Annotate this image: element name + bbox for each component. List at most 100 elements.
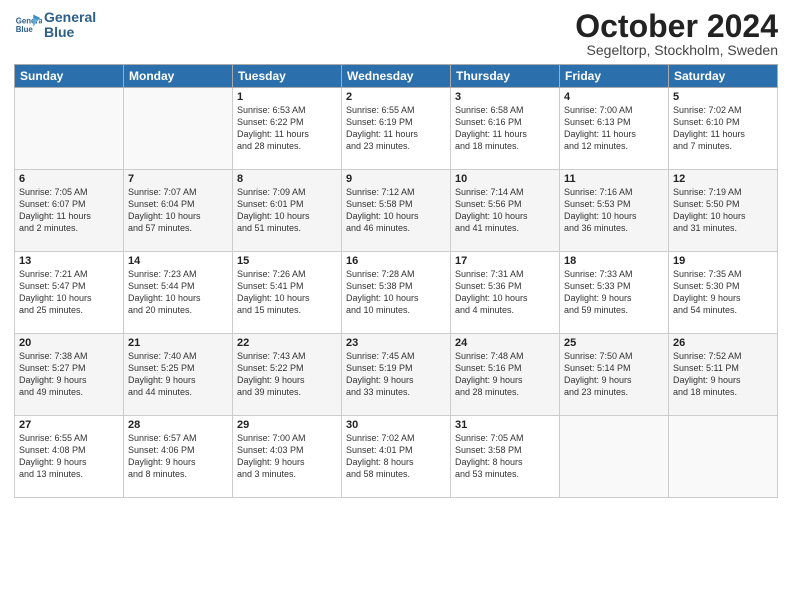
logo-general: General — [44, 10, 96, 25]
calendar-week-1: 1Sunrise: 6:53 AM Sunset: 6:22 PM Daylig… — [15, 88, 778, 170]
day-info: Sunrise: 7:00 AM Sunset: 4:03 PM Dayligh… — [237, 432, 337, 481]
calendar-cell-w3-d4: 16Sunrise: 7:28 AM Sunset: 5:38 PM Dayli… — [342, 252, 451, 334]
day-info: Sunrise: 7:02 AM Sunset: 6:10 PM Dayligh… — [673, 104, 773, 153]
calendar-cell-w2-d1: 6Sunrise: 7:05 AM Sunset: 6:07 PM Daylig… — [15, 170, 124, 252]
calendar-cell-w3-d5: 17Sunrise: 7:31 AM Sunset: 5:36 PM Dayli… — [451, 252, 560, 334]
calendar-cell-w4-d6: 25Sunrise: 7:50 AM Sunset: 5:14 PM Dayli… — [560, 334, 669, 416]
calendar-cell-w4-d4: 23Sunrise: 7:45 AM Sunset: 5:19 PM Dayli… — [342, 334, 451, 416]
day-number: 20 — [19, 337, 119, 349]
day-number: 8 — [237, 173, 337, 185]
header-thursday: Thursday — [451, 65, 560, 88]
calendar-cell-w3-d1: 13Sunrise: 7:21 AM Sunset: 5:47 PM Dayli… — [15, 252, 124, 334]
calendar-cell-w2-d6: 11Sunrise: 7:16 AM Sunset: 5:53 PM Dayli… — [560, 170, 669, 252]
day-info: Sunrise: 6:53 AM Sunset: 6:22 PM Dayligh… — [237, 104, 337, 153]
day-number: 6 — [19, 173, 119, 185]
header: General Blue General Blue October 2024 S… — [14, 10, 778, 58]
calendar-week-4: 20Sunrise: 7:38 AM Sunset: 5:27 PM Dayli… — [15, 334, 778, 416]
calendar-cell-w4-d5: 24Sunrise: 7:48 AM Sunset: 5:16 PM Dayli… — [451, 334, 560, 416]
calendar-cell-w3-d3: 15Sunrise: 7:26 AM Sunset: 5:41 PM Dayli… — [233, 252, 342, 334]
day-info: Sunrise: 7:33 AM Sunset: 5:33 PM Dayligh… — [564, 268, 664, 317]
calendar-cell-w3-d7: 19Sunrise: 7:35 AM Sunset: 5:30 PM Dayli… — [669, 252, 778, 334]
day-info: Sunrise: 7:26 AM Sunset: 5:41 PM Dayligh… — [237, 268, 337, 317]
calendar-cell-w5-d1: 27Sunrise: 6:55 AM Sunset: 4:08 PM Dayli… — [15, 416, 124, 498]
calendar-table: Sunday Monday Tuesday Wednesday Thursday… — [14, 64, 778, 498]
day-info: Sunrise: 7:43 AM Sunset: 5:22 PM Dayligh… — [237, 350, 337, 399]
day-info: Sunrise: 7:05 AM Sunset: 3:58 PM Dayligh… — [455, 432, 555, 481]
day-number: 31 — [455, 419, 555, 431]
calendar-cell-w3-d2: 14Sunrise: 7:23 AM Sunset: 5:44 PM Dayli… — [124, 252, 233, 334]
calendar-cell-w1-d7: 5Sunrise: 7:02 AM Sunset: 6:10 PM Daylig… — [669, 88, 778, 170]
calendar-cell-w5-d6 — [560, 416, 669, 498]
calendar-cell-w4-d2: 21Sunrise: 7:40 AM Sunset: 5:25 PM Dayli… — [124, 334, 233, 416]
day-number: 23 — [346, 337, 446, 349]
day-info: Sunrise: 7:00 AM Sunset: 6:13 PM Dayligh… — [564, 104, 664, 153]
header-sunday: Sunday — [15, 65, 124, 88]
day-info: Sunrise: 7:02 AM Sunset: 4:01 PM Dayligh… — [346, 432, 446, 481]
day-info: Sunrise: 7:38 AM Sunset: 5:27 PM Dayligh… — [19, 350, 119, 399]
calendar-cell-w4-d1: 20Sunrise: 7:38 AM Sunset: 5:27 PM Dayli… — [15, 334, 124, 416]
day-info: Sunrise: 6:57 AM Sunset: 4:06 PM Dayligh… — [128, 432, 228, 481]
day-info: Sunrise: 7:09 AM Sunset: 6:01 PM Dayligh… — [237, 186, 337, 235]
day-number: 22 — [237, 337, 337, 349]
calendar-cell-w2-d3: 8Sunrise: 7:09 AM Sunset: 6:01 PM Daylig… — [233, 170, 342, 252]
day-info: Sunrise: 7:05 AM Sunset: 6:07 PM Dayligh… — [19, 186, 119, 235]
day-number: 2 — [346, 91, 446, 103]
page: General Blue General Blue October 2024 S… — [0, 0, 792, 612]
calendar-cell-w5-d2: 28Sunrise: 6:57 AM Sunset: 4:06 PM Dayli… — [124, 416, 233, 498]
day-info: Sunrise: 7:52 AM Sunset: 5:11 PM Dayligh… — [673, 350, 773, 399]
day-number: 11 — [564, 173, 664, 185]
calendar-week-3: 13Sunrise: 7:21 AM Sunset: 5:47 PM Dayli… — [15, 252, 778, 334]
month-title: October 2024 — [575, 10, 778, 42]
day-info: Sunrise: 7:40 AM Sunset: 5:25 PM Dayligh… — [128, 350, 228, 399]
calendar-cell-w5-d5: 31Sunrise: 7:05 AM Sunset: 3:58 PM Dayli… — [451, 416, 560, 498]
day-info: Sunrise: 7:14 AM Sunset: 5:56 PM Dayligh… — [455, 186, 555, 235]
day-info: Sunrise: 6:55 AM Sunset: 4:08 PM Dayligh… — [19, 432, 119, 481]
day-info: Sunrise: 7:35 AM Sunset: 5:30 PM Dayligh… — [673, 268, 773, 317]
day-number: 14 — [128, 255, 228, 267]
day-number: 21 — [128, 337, 228, 349]
calendar-week-5: 27Sunrise: 6:55 AM Sunset: 4:08 PM Dayli… — [15, 416, 778, 498]
calendar-cell-w1-d3: 1Sunrise: 6:53 AM Sunset: 6:22 PM Daylig… — [233, 88, 342, 170]
day-number: 16 — [346, 255, 446, 267]
day-info: Sunrise: 7:50 AM Sunset: 5:14 PM Dayligh… — [564, 350, 664, 399]
calendar-cell-w2-d5: 10Sunrise: 7:14 AM Sunset: 5:56 PM Dayli… — [451, 170, 560, 252]
calendar-cell-w4-d3: 22Sunrise: 7:43 AM Sunset: 5:22 PM Dayli… — [233, 334, 342, 416]
day-number: 15 — [237, 255, 337, 267]
day-number: 29 — [237, 419, 337, 431]
day-info: Sunrise: 7:21 AM Sunset: 5:47 PM Dayligh… — [19, 268, 119, 317]
calendar-cell-w2-d7: 12Sunrise: 7:19 AM Sunset: 5:50 PM Dayli… — [669, 170, 778, 252]
day-info: Sunrise: 7:28 AM Sunset: 5:38 PM Dayligh… — [346, 268, 446, 317]
day-info: Sunrise: 7:23 AM Sunset: 5:44 PM Dayligh… — [128, 268, 228, 317]
calendar-cell-w2-d2: 7Sunrise: 7:07 AM Sunset: 6:04 PM Daylig… — [124, 170, 233, 252]
calendar-cell-w1-d4: 2Sunrise: 6:55 AM Sunset: 6:19 PM Daylig… — [342, 88, 451, 170]
day-number: 3 — [455, 91, 555, 103]
calendar-cell-w2-d4: 9Sunrise: 7:12 AM Sunset: 5:58 PM Daylig… — [342, 170, 451, 252]
day-number: 9 — [346, 173, 446, 185]
day-number: 27 — [19, 419, 119, 431]
day-number: 7 — [128, 173, 228, 185]
day-number: 24 — [455, 337, 555, 349]
calendar-cell-w1-d6: 4Sunrise: 7:00 AM Sunset: 6:13 PM Daylig… — [560, 88, 669, 170]
day-number: 1 — [237, 91, 337, 103]
day-info: Sunrise: 7:31 AM Sunset: 5:36 PM Dayligh… — [455, 268, 555, 317]
day-number: 4 — [564, 91, 664, 103]
logo-icon: General Blue — [14, 11, 42, 39]
calendar-cell-w4-d7: 26Sunrise: 7:52 AM Sunset: 5:11 PM Dayli… — [669, 334, 778, 416]
day-info: Sunrise: 7:48 AM Sunset: 5:16 PM Dayligh… — [455, 350, 555, 399]
calendar-cell-w1-d1 — [15, 88, 124, 170]
header-saturday: Saturday — [669, 65, 778, 88]
day-info: Sunrise: 7:16 AM Sunset: 5:53 PM Dayligh… — [564, 186, 664, 235]
day-number: 13 — [19, 255, 119, 267]
header-wednesday: Wednesday — [342, 65, 451, 88]
day-number: 26 — [673, 337, 773, 349]
day-info: Sunrise: 7:07 AM Sunset: 6:04 PM Dayligh… — [128, 186, 228, 235]
day-info: Sunrise: 7:45 AM Sunset: 5:19 PM Dayligh… — [346, 350, 446, 399]
calendar-cell-w1-d2 — [124, 88, 233, 170]
day-number: 19 — [673, 255, 773, 267]
calendar-header-row: Sunday Monday Tuesday Wednesday Thursday… — [15, 65, 778, 88]
calendar-cell-w1-d5: 3Sunrise: 6:58 AM Sunset: 6:16 PM Daylig… — [451, 88, 560, 170]
day-number: 25 — [564, 337, 664, 349]
svg-text:Blue: Blue — [16, 25, 34, 34]
calendar-cell-w3-d6: 18Sunrise: 7:33 AM Sunset: 5:33 PM Dayli… — [560, 252, 669, 334]
calendar-cell-w5-d3: 29Sunrise: 7:00 AM Sunset: 4:03 PM Dayli… — [233, 416, 342, 498]
